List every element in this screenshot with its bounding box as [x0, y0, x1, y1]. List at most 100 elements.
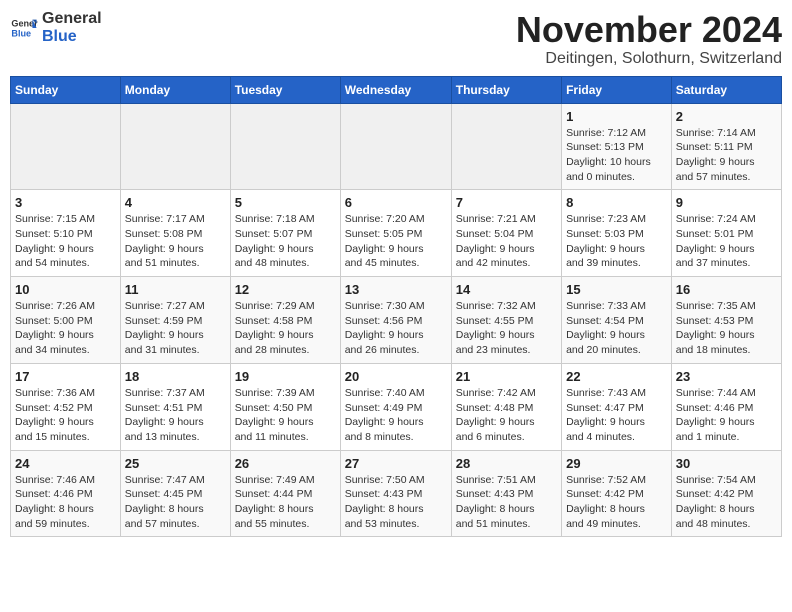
day-info: Sunrise: 7:52 AM Sunset: 4:42 PM Dayligh… [566, 473, 667, 532]
calendar-cell [451, 103, 561, 190]
logo-icon: General Blue [10, 14, 38, 42]
calendar-cell: 14 Sunrise: 7:32 AM Sunset: 4:55 PM Dayli… [451, 277, 561, 364]
header-day-tuesday: Tuesday [230, 76, 340, 103]
day-info: Sunrise: 7:35 AM Sunset: 4:53 PM Dayligh… [676, 299, 777, 358]
day-number: 18 [125, 369, 226, 384]
calendar-cell: 11 Sunrise: 7:27 AM Sunset: 4:59 PM Dayli… [120, 277, 230, 364]
logo: General Blue General Blue [10, 10, 102, 45]
calendar-cell: 1 Sunrise: 7:12 AM Sunset: 5:13 PM Daylig… [562, 103, 672, 190]
day-number: 13 [345, 282, 447, 297]
calendar-cell: 27Sunrise: 7:50 AM Sunset: 4:43 PM Dayli… [340, 450, 451, 537]
calendar-header: SundayMondayTuesdayWednesdayThursdayFrid… [11, 76, 782, 103]
header-day-thursday: Thursday [451, 76, 561, 103]
day-number: 24 [15, 456, 116, 471]
calendar-cell: 29 Sunrise: 7:52 AM Sunset: 4:42 PM Dayli… [562, 450, 672, 537]
calendar-cell [11, 103, 121, 190]
calendar-cell: 9 Sunrise: 7:24 AM Sunset: 5:01 PM Daylig… [671, 190, 781, 277]
day-number: 7 [456, 195, 557, 210]
day-info: Sunrise: 7:14 AM Sunset: 5:11 PM Dayligh… [676, 126, 777, 185]
day-info: Sunrise: 7:44 AM Sunset: 4:46 PM Dayligh… [676, 386, 777, 445]
day-number: 26 [235, 456, 336, 471]
week-row-2: 10Sunrise: 7:26 AM Sunset: 5:00 PM Dayli… [11, 277, 782, 364]
day-number: 17 [15, 369, 116, 384]
day-info: Sunrise: 7:23 AM Sunset: 5:03 PM Dayligh… [566, 212, 667, 271]
day-number: 28 [456, 456, 557, 471]
calendar-body: 1 Sunrise: 7:12 AM Sunset: 5:13 PM Daylig… [11, 103, 782, 537]
day-info: Sunrise: 7:30 AM Sunset: 4:56 PM Dayligh… [345, 299, 447, 358]
calendar-cell: 18 Sunrise: 7:37 AM Sunset: 4:51 PM Dayli… [120, 363, 230, 450]
calendar-cell: 2 Sunrise: 7:14 AM Sunset: 5:11 PM Daylig… [671, 103, 781, 190]
week-row-3: 17 Sunrise: 7:36 AM Sunset: 4:52 PM Dayli… [11, 363, 782, 450]
calendar-cell: 13 Sunrise: 7:30 AM Sunset: 4:56 PM Dayli… [340, 277, 451, 364]
day-number: 21 [456, 369, 557, 384]
day-info: Sunrise: 7:54 AM Sunset: 4:42 PM Dayligh… [676, 473, 777, 532]
header-day-monday: Monday [120, 76, 230, 103]
day-info: Sunrise: 7:15 AM Sunset: 5:10 PM Dayligh… [15, 212, 116, 271]
day-number: 12 [235, 282, 336, 297]
day-info: Sunrise: 7:46 AM Sunset: 4:46 PM Dayligh… [15, 473, 116, 532]
week-row-1: 3 Sunrise: 7:15 AM Sunset: 5:10 PM Daylig… [11, 190, 782, 277]
calendar-cell: 21 Sunrise: 7:42 AM Sunset: 4:48 PM Dayli… [451, 363, 561, 450]
day-number: 29 [566, 456, 667, 471]
calendar-cell: 17 Sunrise: 7:36 AM Sunset: 4:52 PM Dayli… [11, 363, 121, 450]
calendar-cell: 22 Sunrise: 7:43 AM Sunset: 4:47 PM Dayli… [562, 363, 672, 450]
day-info: Sunrise: 7:42 AM Sunset: 4:48 PM Dayligh… [456, 386, 557, 445]
header-row: SundayMondayTuesdayWednesdayThursdayFrid… [11, 76, 782, 103]
day-number: 11 [125, 282, 226, 297]
day-number: 10 [15, 282, 116, 297]
day-number: 30 [676, 456, 777, 471]
calendar-cell: 15 Sunrise: 7:33 AM Sunset: 4:54 PM Dayli… [562, 277, 672, 364]
calendar-cell: 3 Sunrise: 7:15 AM Sunset: 5:10 PM Daylig… [11, 190, 121, 277]
calendar-cell: 20 Sunrise: 7:40 AM Sunset: 4:49 PM Dayli… [340, 363, 451, 450]
calendar-cell: 8 Sunrise: 7:23 AM Sunset: 5:03 PM Daylig… [562, 190, 672, 277]
day-info: Sunrise: 7:40 AM Sunset: 4:49 PM Dayligh… [345, 386, 447, 445]
calendar-cell: 26Sunrise: 7:49 AM Sunset: 4:44 PM Dayli… [230, 450, 340, 537]
day-number: 20 [345, 369, 447, 384]
day-info: Sunrise: 7:18 AM Sunset: 5:07 PM Dayligh… [235, 212, 336, 271]
day-info: Sunrise: 7:36 AM Sunset: 4:52 PM Dayligh… [15, 386, 116, 445]
day-number: 3 [15, 195, 116, 210]
day-number: 25 [125, 456, 226, 471]
day-number: 4 [125, 195, 226, 210]
day-info: Sunrise: 7:24 AM Sunset: 5:01 PM Dayligh… [676, 212, 777, 271]
calendar-cell: 16Sunrise: 7:35 AM Sunset: 4:53 PM Dayli… [671, 277, 781, 364]
day-info: Sunrise: 7:12 AM Sunset: 5:13 PM Dayligh… [566, 126, 667, 185]
day-number: 9 [676, 195, 777, 210]
header-day-sunday: Sunday [11, 76, 121, 103]
day-info: Sunrise: 7:43 AM Sunset: 4:47 PM Dayligh… [566, 386, 667, 445]
day-number: 6 [345, 195, 447, 210]
calendar-cell: 5Sunrise: 7:18 AM Sunset: 5:07 PM Daylig… [230, 190, 340, 277]
subtitle: Deitingen, Solothurn, Switzerland [516, 50, 782, 68]
day-info: Sunrise: 7:51 AM Sunset: 4:43 PM Dayligh… [456, 473, 557, 532]
day-info: Sunrise: 7:50 AM Sunset: 4:43 PM Dayligh… [345, 473, 447, 532]
day-number: 15 [566, 282, 667, 297]
calendar-cell: 4Sunrise: 7:17 AM Sunset: 5:08 PM Daylig… [120, 190, 230, 277]
day-number: 23 [676, 369, 777, 384]
calendar-cell: 7 Sunrise: 7:21 AM Sunset: 5:04 PM Daylig… [451, 190, 561, 277]
day-number: 1 [566, 109, 667, 124]
calendar-cell [340, 103, 451, 190]
calendar-cell: 30 Sunrise: 7:54 AM Sunset: 4:42 PM Dayli… [671, 450, 781, 537]
day-number: 22 [566, 369, 667, 384]
day-info: Sunrise: 7:27 AM Sunset: 4:59 PM Dayligh… [125, 299, 226, 358]
calendar: SundayMondayTuesdayWednesdayThursdayFrid… [10, 76, 782, 538]
day-info: Sunrise: 7:20 AM Sunset: 5:05 PM Dayligh… [345, 212, 447, 271]
day-number: 2 [676, 109, 777, 124]
day-number: 19 [235, 369, 336, 384]
header-day-wednesday: Wednesday [340, 76, 451, 103]
day-info: Sunrise: 7:47 AM Sunset: 4:45 PM Dayligh… [125, 473, 226, 532]
calendar-cell: 23 Sunrise: 7:44 AM Sunset: 4:46 PM Dayli… [671, 363, 781, 450]
logo-text-blue: Blue [42, 28, 102, 46]
header: General Blue General Blue November 2024 … [10, 10, 782, 68]
week-row-4: 24 Sunrise: 7:46 AM Sunset: 4:46 PM Dayli… [11, 450, 782, 537]
day-info: Sunrise: 7:32 AM Sunset: 4:55 PM Dayligh… [456, 299, 557, 358]
day-info: Sunrise: 7:37 AM Sunset: 4:51 PM Dayligh… [125, 386, 226, 445]
header-day-friday: Friday [562, 76, 672, 103]
day-info: Sunrise: 7:33 AM Sunset: 4:54 PM Dayligh… [566, 299, 667, 358]
day-info: Sunrise: 7:21 AM Sunset: 5:04 PM Dayligh… [456, 212, 557, 271]
day-number: 8 [566, 195, 667, 210]
calendar-cell: 28 Sunrise: 7:51 AM Sunset: 4:43 PM Dayli… [451, 450, 561, 537]
week-row-0: 1 Sunrise: 7:12 AM Sunset: 5:13 PM Daylig… [11, 103, 782, 190]
day-info: Sunrise: 7:29 AM Sunset: 4:58 PM Dayligh… [235, 299, 336, 358]
day-number: 14 [456, 282, 557, 297]
